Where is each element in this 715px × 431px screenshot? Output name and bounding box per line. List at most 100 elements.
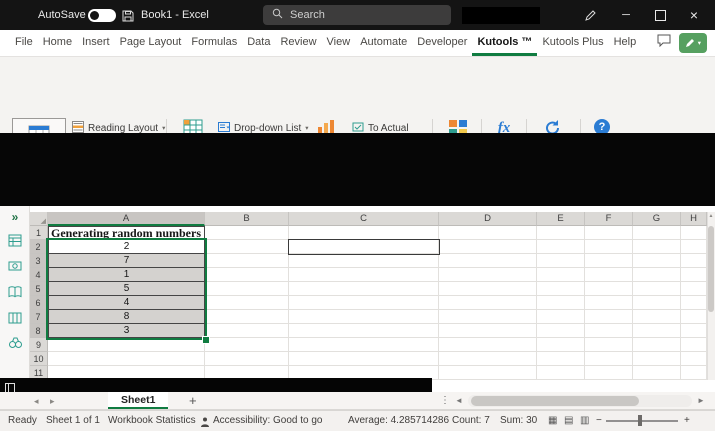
- cell-D4[interactable]: [439, 268, 537, 282]
- cell-C7[interactable]: [289, 310, 439, 324]
- cell-G9[interactable]: [633, 338, 681, 352]
- column-header-D[interactable]: D: [439, 212, 537, 226]
- cell-D8[interactable]: [439, 324, 537, 338]
- cell-D2[interactable]: [439, 240, 537, 254]
- column-header-B[interactable]: B: [205, 212, 289, 226]
- cell-G2[interactable]: [633, 240, 681, 254]
- cell-A6[interactable]: 4: [48, 296, 205, 310]
- cell-C1[interactable]: [289, 226, 439, 240]
- column-list-icon[interactable]: [0, 312, 30, 324]
- cell-A7[interactable]: 8: [48, 310, 205, 324]
- cell-H10[interactable]: [681, 352, 707, 366]
- cell-F5[interactable]: [585, 282, 633, 296]
- cell-D1[interactable]: [439, 226, 537, 240]
- cell-B10[interactable]: [205, 352, 289, 366]
- next-sheet-icon[interactable]: ▸: [50, 392, 55, 410]
- row-header-5[interactable]: 5: [30, 282, 48, 296]
- cell-F7[interactable]: [585, 310, 633, 324]
- cell-F10[interactable]: [585, 352, 633, 366]
- zoom-in-button[interactable]: +: [684, 411, 690, 431]
- cell-G5[interactable]: [633, 282, 681, 296]
- tab-kutools-plus[interactable]: Kutools Plus: [537, 30, 608, 56]
- row-header-8[interactable]: 8: [30, 324, 48, 338]
- cell-C8[interactable]: [289, 324, 439, 338]
- row-header-7[interactable]: 7: [30, 310, 48, 324]
- tab-developer[interactable]: Developer: [412, 30, 472, 56]
- tab-home[interactable]: Home: [38, 30, 77, 56]
- cell-E8[interactable]: [537, 324, 585, 338]
- cell-B9[interactable]: [205, 338, 289, 352]
- cell-E7[interactable]: [537, 310, 585, 324]
- row-header-10[interactable]: 10: [30, 352, 48, 366]
- sheet-tab-sheet1[interactable]: Sheet1: [108, 392, 168, 409]
- cell-C9[interactable]: [289, 338, 439, 352]
- cell-D6[interactable]: [439, 296, 537, 310]
- search-input[interactable]: Search: [263, 5, 451, 25]
- cell-C5[interactable]: [289, 282, 439, 296]
- cell-D9[interactable]: [439, 338, 537, 352]
- vertical-scrollbar-thumb[interactable]: [708, 226, 714, 312]
- cell-E4[interactable]: [537, 268, 585, 282]
- cell-A1[interactable]: Generating random numbers: [48, 226, 205, 240]
- cell-F6[interactable]: [585, 296, 633, 310]
- horizontal-scrollbar-thumb[interactable]: [471, 396, 639, 406]
- tab-automate[interactable]: Automate: [355, 30, 412, 56]
- maximize-button[interactable]: [644, 0, 676, 30]
- cell-D7[interactable]: [439, 310, 537, 324]
- pen-icon[interactable]: [584, 9, 596, 27]
- cell-H4[interactable]: [681, 268, 707, 282]
- row-header-4[interactable]: 4: [30, 268, 48, 282]
- column-header-C[interactable]: C: [289, 212, 439, 226]
- tab-file[interactable]: File: [10, 30, 38, 56]
- advanced-find-icon[interactable]: [0, 337, 30, 349]
- fill-handle[interactable]: [202, 336, 210, 344]
- column-header-E[interactable]: E: [537, 212, 585, 226]
- cell-E10[interactable]: [537, 352, 585, 366]
- cell-H11[interactable]: [681, 366, 707, 380]
- cell-F2[interactable]: [585, 240, 633, 254]
- cell-B3[interactable]: [205, 254, 289, 268]
- cell-A8[interactable]: 3: [48, 324, 205, 338]
- tab-page-layout[interactable]: Page Layout: [115, 30, 187, 56]
- cell-H1[interactable]: [681, 226, 707, 240]
- zoom-slider-thumb[interactable]: [638, 415, 642, 426]
- cell-F1[interactable]: [585, 226, 633, 240]
- cell-D11[interactable]: [439, 366, 537, 380]
- cell-C3[interactable]: [289, 254, 439, 268]
- scroll-right-icon[interactable]: ►: [697, 392, 705, 410]
- tab-view[interactable]: View: [322, 30, 356, 56]
- cell-G6[interactable]: [633, 296, 681, 310]
- cell-H8[interactable]: [681, 324, 707, 338]
- row-header-3[interactable]: 3: [30, 254, 48, 268]
- scroll-left-icon[interactable]: ◄: [455, 392, 463, 410]
- cell-G8[interactable]: [633, 324, 681, 338]
- tab-data[interactable]: Data: [242, 30, 275, 56]
- cell-A3[interactable]: 7: [48, 254, 205, 268]
- cell-C2[interactable]: [289, 240, 439, 254]
- cell-A4[interactable]: 1: [48, 268, 205, 282]
- cell-E2[interactable]: [537, 240, 585, 254]
- cell-G3[interactable]: [633, 254, 681, 268]
- page-break-view-button[interactable]: ▥: [580, 411, 589, 431]
- worksheet-list-icon[interactable]: [0, 234, 30, 247]
- cell-E1[interactable]: [537, 226, 585, 240]
- column-header-F[interactable]: F: [585, 212, 633, 226]
- tab-insert[interactable]: Insert: [77, 30, 115, 56]
- autosave-toggle[interactable]: [88, 9, 116, 22]
- cell-D3[interactable]: [439, 254, 537, 268]
- cell-B2[interactable]: [205, 240, 289, 254]
- cell-G10[interactable]: [633, 352, 681, 366]
- cell-B6[interactable]: [205, 296, 289, 310]
- cell-H5[interactable]: [681, 282, 707, 296]
- cell-F9[interactable]: [585, 338, 633, 352]
- expand-pane-icon[interactable]: »: [0, 210, 30, 224]
- cell-G7[interactable]: [633, 310, 681, 324]
- cell-H2[interactable]: [681, 240, 707, 254]
- cell-A5[interactable]: 5: [48, 282, 205, 296]
- cell-F8[interactable]: [585, 324, 633, 338]
- cell-A9[interactable]: [48, 338, 205, 352]
- minimize-button[interactable]: ─: [610, 0, 642, 30]
- tab-kutools[interactable]: Kutools ™: [472, 30, 537, 56]
- cell-C4[interactable]: [289, 268, 439, 282]
- cell-B4[interactable]: [205, 268, 289, 282]
